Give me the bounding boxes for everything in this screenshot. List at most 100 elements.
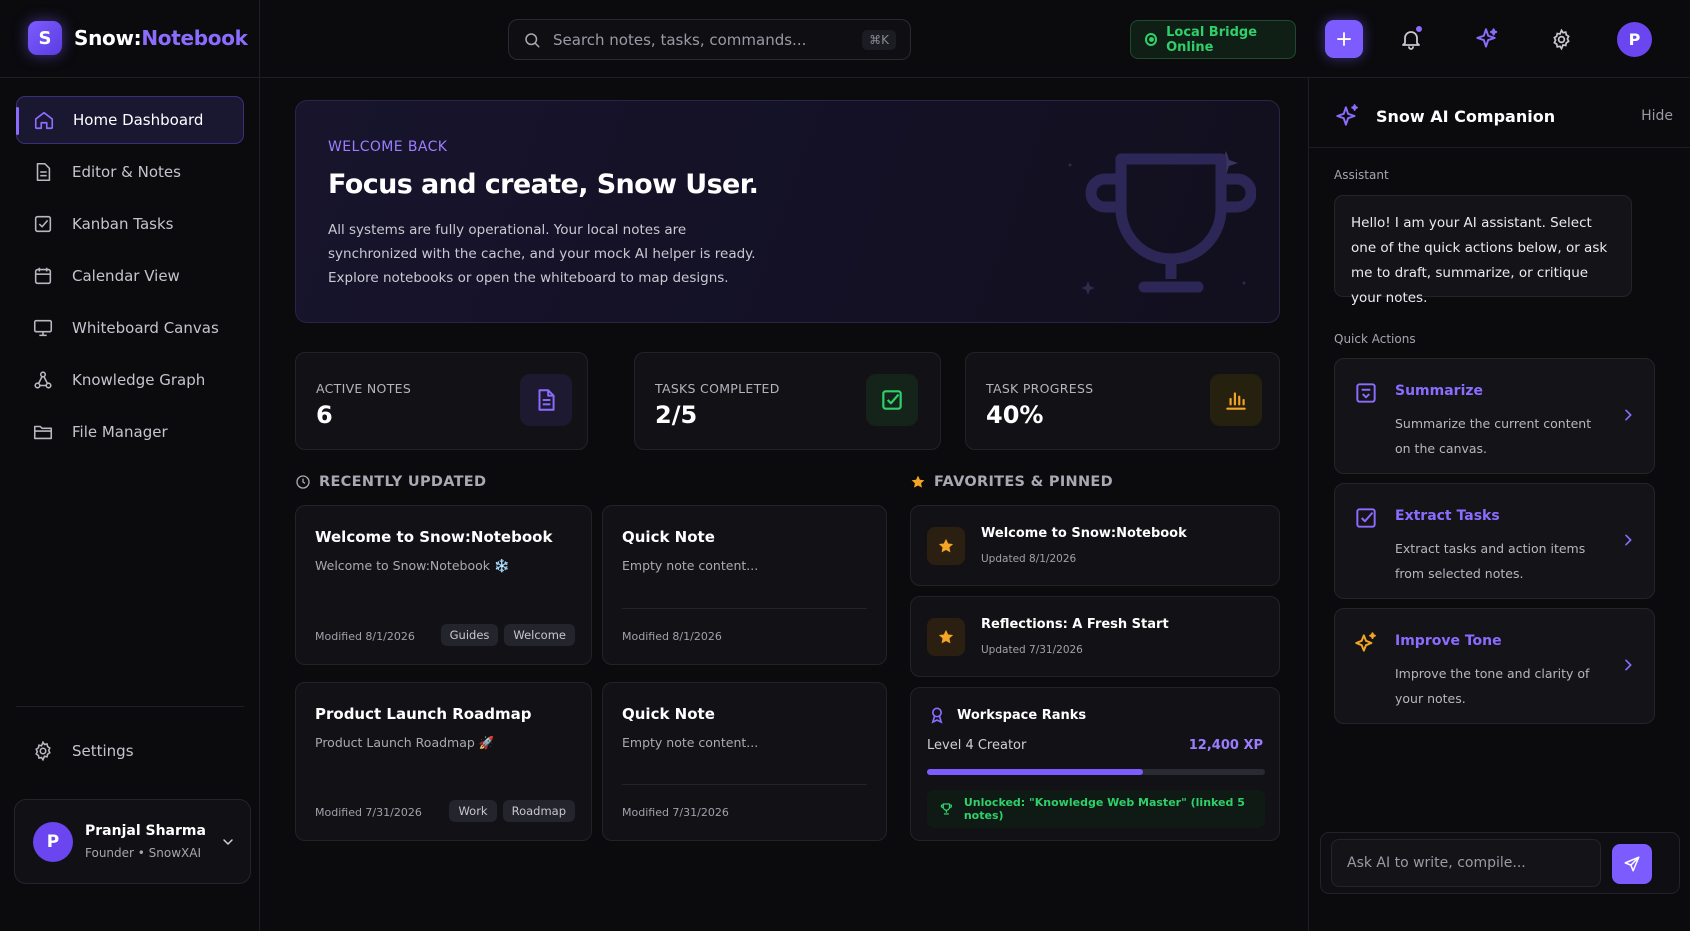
tag[interactable]: Roadmap	[502, 800, 575, 822]
note-card[interactable]: Welcome to Snow:Notebook Welcome to Snow…	[295, 505, 592, 665]
recently-updated-label: RECENTLY UPDATED	[319, 474, 487, 490]
settings-button[interactable]	[1544, 22, 1578, 56]
chevron-right-icon	[1625, 409, 1632, 421]
star-icon	[938, 629, 954, 644]
tag[interactable]: Welcome	[504, 624, 575, 646]
send-button[interactable]	[1612, 844, 1652, 884]
settings-label: Settings	[72, 742, 134, 760]
note-preview: Empty note content...	[622, 735, 759, 750]
tag[interactable]: Work	[449, 800, 497, 822]
sidebar-item-label: Kanban Tasks	[72, 215, 174, 233]
note-title: Welcome to Snow:Notebook	[315, 528, 553, 546]
ai-sparkles-button[interactable]	[1469, 22, 1503, 56]
bridge-status-label: Local Bridge Online	[1166, 24, 1258, 55]
trophy-illustration-icon	[1068, 151, 1256, 295]
stat-card-task-progress[interactable]: TASK PROGRESS 40%	[965, 352, 1280, 450]
hide-panel-button[interactable]: Hide	[1641, 108, 1673, 124]
sidebar-item-file-manager[interactable]: File Manager	[16, 408, 244, 456]
ai-companion-panel: Snow AI Companion Hide Assistant Hello! …	[1308, 78, 1690, 931]
fav-star-box	[927, 618, 965, 656]
note-divider	[622, 608, 867, 609]
favorite-updated: Updated 8/1/2026	[981, 553, 1077, 565]
avatar: P	[33, 821, 73, 862]
note-modified: Modified 7/31/2026	[315, 806, 422, 819]
star-icon	[911, 475, 925, 488]
calendar-icon	[34, 267, 52, 285]
favorite-item[interactable]: Welcome to Snow:Notebook Updated 8/1/202…	[910, 505, 1280, 586]
sidebar-item-calendar-view[interactable]: Calendar View	[16, 252, 244, 300]
sidebar-item-kanban-tasks[interactable]: Kanban Tasks	[16, 200, 244, 248]
note-card[interactable]: Quick Note Empty note content... Modifie…	[602, 505, 887, 665]
stat-value: 2/5	[655, 401, 698, 429]
ai-chat-input[interactable]	[1331, 839, 1601, 887]
user-role: Founder • SnowXAI	[85, 846, 202, 860]
sidebar-item-home-dashboard[interactable]: Home Dashboard	[16, 96, 244, 144]
note-preview: Product Launch Roadmap 🚀	[315, 735, 495, 750]
clock-icon	[296, 475, 310, 489]
quick-action-desc: Summarize the current content on the can…	[1395, 416, 1592, 456]
status-dot-icon	[1145, 33, 1158, 46]
xp-progress-fill	[927, 769, 1144, 775]
tag[interactable]: Guides	[440, 624, 499, 646]
sidebar-item-settings[interactable]: Settings	[16, 729, 244, 773]
search-bar[interactable]: ⌘K	[508, 19, 911, 60]
achievement-unlock: Unlocked: "Knowledge Web Master" (linked…	[927, 790, 1265, 828]
robot-icon	[1356, 383, 1376, 403]
sidebar-item-label: Editor & Notes	[72, 163, 181, 181]
notifications-button[interactable]	[1394, 22, 1428, 56]
brand[interactable]: S Snow:Notebook	[28, 21, 248, 55]
search-shortcut: ⌘K	[862, 29, 896, 50]
sparkles-icon	[1355, 632, 1376, 652]
sidebar-separator	[16, 706, 244, 707]
checkbox-icon	[1356, 508, 1376, 528]
xp-progress-bar	[927, 769, 1265, 775]
quick-action-title: Improve Tone	[1395, 633, 1502, 649]
sidebar-item-label: Knowledge Graph	[72, 371, 206, 389]
workspace-ranks-card: Workspace Ranks Level 4 Creator 12,400 X…	[910, 687, 1280, 841]
brand-name-part1: Snow:	[74, 26, 142, 50]
quick-action-improve-tone[interactable]: Improve Tone Improve the tone and clarit…	[1334, 608, 1655, 724]
assistant-message: Hello! I am your AI assistant. Select on…	[1334, 195, 1632, 306]
quick-action-title: Summarize	[1395, 383, 1484, 399]
gear-icon	[35, 740, 51, 762]
note-divider	[622, 784, 867, 785]
favorites-label: FAVORITES & PINNED	[934, 474, 1113, 490]
sidebar-item-knowledge-graph[interactable]: Knowledge Graph	[16, 356, 244, 404]
quick-action-summarize[interactable]: Summarize Summarize the current content …	[1334, 358, 1655, 474]
user-avatar-button[interactable]: P	[1617, 22, 1652, 57]
home-icon	[34, 111, 54, 130]
favorite-title: Welcome to Snow:Notebook	[981, 526, 1187, 541]
quick-action-title: Extract Tasks	[1395, 508, 1500, 524]
note-tags: Guides Welcome	[440, 624, 575, 646]
add-button[interactable]	[1325, 20, 1363, 58]
favorite-title: Reflections: A Fresh Start	[981, 617, 1169, 632]
sidebar-item-label: File Manager	[72, 423, 168, 441]
favorite-item[interactable]: Reflections: A Fresh Start Updated 7/31/…	[910, 596, 1280, 677]
sidebar-item-whiteboard-canvas[interactable]: Whiteboard Canvas	[16, 304, 244, 352]
stat-icon-box	[520, 374, 572, 426]
note-modified: Modified 8/1/2026	[622, 630, 722, 643]
chevron-right-icon	[1625, 659, 1632, 671]
note-title: Product Launch Roadmap	[315, 705, 532, 723]
document-icon	[538, 389, 555, 411]
user-profile-card[interactable]: P Pranjal Sharma Founder • SnowXAI	[14, 799, 251, 884]
note-modified: Modified 7/31/2026	[622, 806, 729, 819]
stat-value: 6	[316, 401, 333, 429]
favorites-heading: FAVORITES & PINNED	[910, 474, 1113, 490]
brand-name-part2: Notebook	[141, 26, 248, 50]
sidebar-item-label: Home Dashboard	[73, 111, 204, 129]
quick-action-desc: Extract tasks and action items from sele…	[1395, 541, 1586, 581]
note-preview: Empty note content...	[622, 558, 759, 573]
note-card[interactable]: Quick Note Empty note content... Modifie…	[602, 682, 887, 841]
sidebar-item-editor-notes[interactable]: Editor & Notes	[16, 148, 244, 196]
sparkles-icon	[1336, 104, 1358, 126]
note-card[interactable]: Product Launch Roadmap Product Launch Ro…	[295, 682, 592, 841]
ai-panel-header: Snow AI Companion Hide	[1309, 78, 1690, 148]
chevron-down-icon[interactable]	[220, 834, 236, 850]
bridge-status-badge[interactable]: Local Bridge Online	[1130, 20, 1296, 59]
stat-card-tasks-completed[interactable]: TASKS COMPLETED 2/5	[634, 352, 941, 450]
hero-title: Focus and create, Snow User.	[328, 169, 759, 200]
stat-card-active-notes[interactable]: ACTIVE NOTES 6	[295, 352, 588, 450]
quick-action-extract-tasks[interactable]: Extract Tasks Extract tasks and action i…	[1334, 483, 1655, 599]
search-input[interactable]	[553, 30, 863, 49]
